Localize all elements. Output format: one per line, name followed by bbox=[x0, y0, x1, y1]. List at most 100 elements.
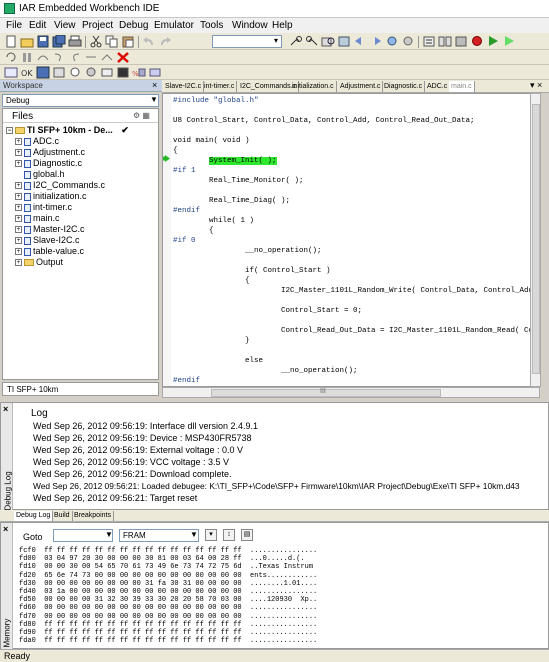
expand-icon[interactable]: + bbox=[15, 182, 22, 190]
code-editor[interactable]: #include "global.h" U8 Control_Start, Con… bbox=[162, 93, 540, 387]
tree-file[interactable]: + Slave-I2C.c bbox=[15, 235, 80, 246]
editor-horizontal-scrollbar[interactable]: III bbox=[162, 387, 540, 398]
workspace-close-icon[interactable]: × bbox=[152, 80, 157, 90]
symbolic-memory-icon[interactable]: % bbox=[132, 66, 146, 79]
run-to-cursor-icon[interactable] bbox=[100, 51, 114, 64]
menu-help[interactable]: Help bbox=[272, 20, 293, 31]
tab-slave-i2c[interactable]: Slave-I2C.c bbox=[163, 81, 205, 92]
stop-debugging-icon[interactable] bbox=[116, 51, 130, 64]
compile-icon[interactable] bbox=[422, 35, 436, 48]
break-icon[interactable] bbox=[20, 51, 34, 64]
tab-diagnostic[interactable]: Diagnostic.c bbox=[382, 81, 426, 92]
memory-row[interactable]: fd70 00 00 00 00 00 00 00 00 00 00 00 00… bbox=[19, 613, 317, 621]
live-watch-icon[interactable] bbox=[148, 66, 162, 79]
editor-close-icon[interactable]: ▾ × bbox=[530, 80, 542, 91]
tab-build[interactable]: Build bbox=[52, 511, 73, 521]
memory-row[interactable]: fd60 00 00 00 00 00 00 00 00 00 00 00 00… bbox=[19, 604, 317, 612]
editor-gutter[interactable] bbox=[163, 94, 171, 386]
scroll-thumb[interactable]: III bbox=[211, 388, 441, 397]
memory-settings-icon[interactable]: ▤ bbox=[241, 529, 253, 541]
cut-icon[interactable] bbox=[89, 35, 103, 48]
navigate-forward-icon[interactable] bbox=[401, 35, 415, 48]
tree-file[interactable]: + Diagnostic.c bbox=[15, 158, 82, 169]
tree-folder[interactable]: + Output bbox=[15, 257, 63, 268]
close-icon[interactable]: × bbox=[3, 524, 8, 534]
tab-breakpoints[interactable]: Breakpoints bbox=[72, 511, 114, 521]
menu-window[interactable]: Window bbox=[232, 20, 268, 31]
expand-icon[interactable]: + bbox=[15, 193, 22, 201]
configuration-select[interactable]: Debug ▼ bbox=[2, 94, 159, 107]
memory-options-icon[interactable]: ▾ bbox=[205, 529, 217, 541]
menu-emulator[interactable]: Emulator bbox=[154, 20, 194, 31]
save-icon[interactable] bbox=[36, 35, 50, 48]
tree-file[interactable]: global.h bbox=[24, 169, 65, 180]
ok-icon[interactable]: OK bbox=[20, 66, 34, 79]
memory-row[interactable]: fd20 65 6e 74 73 00 00 00 00 00 00 00 00… bbox=[19, 572, 317, 580]
copy-icon[interactable] bbox=[105, 35, 119, 48]
memory-row[interactable]: fcf0 ff ff ff ff ff ff ff ff ff ff ff ff… bbox=[19, 547, 317, 555]
save-all-icon[interactable] bbox=[52, 34, 66, 48]
find-next-icon[interactable] bbox=[289, 35, 303, 48]
expand-icon[interactable]: + bbox=[15, 215, 22, 223]
step-over-icon[interactable] bbox=[36, 51, 50, 64]
new-file-icon[interactable] bbox=[4, 35, 18, 48]
editor-vertical-scrollbar[interactable] bbox=[530, 93, 541, 387]
tab-main[interactable]: main.c bbox=[449, 81, 475, 92]
memory-row[interactable]: fd50 00 00 00 00 31 32 30 39 33 30 20 20… bbox=[19, 596, 317, 604]
toggle-breakpoint-icon[interactable] bbox=[470, 35, 484, 48]
tree-file[interactable]: + int-timer.c bbox=[15, 202, 72, 213]
menu-debug[interactable]: Debug bbox=[119, 20, 148, 31]
tree-file[interactable]: + initialization.c bbox=[15, 191, 87, 202]
step-into-icon[interactable] bbox=[52, 51, 66, 64]
expand-icon[interactable]: + bbox=[15, 237, 22, 245]
menu-project[interactable]: Project bbox=[82, 20, 113, 31]
memory-zone-select[interactable]: FRAM ▼ bbox=[119, 529, 199, 542]
expand-icon[interactable]: + bbox=[15, 259, 22, 267]
tab-adc[interactable]: ADC.c bbox=[425, 81, 451, 92]
chevron-down-icon[interactable]: ▼ bbox=[105, 530, 113, 539]
memory-row[interactable]: fd30 00 00 00 00 00 00 00 00 31 fa 30 31… bbox=[19, 580, 317, 588]
expand-icon[interactable]: + bbox=[15, 138, 22, 146]
disassembly-icon[interactable] bbox=[4, 66, 18, 79]
goto-input[interactable] bbox=[53, 529, 113, 542]
tree-file[interactable]: + Adjustment.c bbox=[15, 147, 85, 158]
find-prev-icon[interactable] bbox=[305, 35, 319, 48]
memory-row[interactable]: fda0 ff ff ff ff ff ff ff ff ff ff ff ff… bbox=[19, 637, 317, 645]
stop-build-icon[interactable] bbox=[454, 35, 468, 48]
memory-row[interactable]: fd40 03 1a 00 00 00 00 00 00 00 00 00 00… bbox=[19, 588, 317, 596]
toggle-bookmark-icon[interactable] bbox=[353, 35, 367, 48]
memory-row[interactable]: fd80 ff ff ff ff ff ff ff ff ff ff ff ff… bbox=[19, 621, 317, 629]
go-to-icon[interactable] bbox=[337, 35, 351, 48]
debug-without-download-icon[interactable] bbox=[502, 35, 516, 48]
tab-int-timer[interactable]: int-timer.c bbox=[202, 81, 238, 92]
workspace-tab[interactable]: TI SFP+ 10km bbox=[2, 382, 159, 396]
navigate-back-icon[interactable] bbox=[385, 35, 399, 48]
expand-icon[interactable]: + bbox=[15, 160, 22, 168]
tree-file[interactable]: + ADC.c bbox=[15, 136, 59, 147]
expand-icon[interactable]: + bbox=[15, 204, 22, 212]
find-combo[interactable]: ▾ bbox=[212, 35, 282, 48]
next-bookmark-icon[interactable] bbox=[369, 35, 383, 48]
menu-file[interactable]: File bbox=[6, 20, 22, 31]
make-icon[interactable] bbox=[438, 35, 452, 48]
tree-file[interactable]: + Master-I2C.c bbox=[15, 224, 85, 235]
tab-initialization[interactable]: initialization.c bbox=[290, 81, 337, 92]
memory-view-icon[interactable] bbox=[36, 66, 50, 79]
expand-icon[interactable]: + bbox=[15, 149, 22, 157]
expand-icon[interactable]: + bbox=[15, 248, 22, 256]
menu-view[interactable]: View bbox=[54, 20, 76, 31]
redo-icon[interactable] bbox=[158, 35, 172, 48]
menu-tools[interactable]: Tools bbox=[200, 20, 223, 31]
memory-row[interactable]: fd00 03 04 97 20 30 00 00 00 30 81 00 03… bbox=[19, 555, 305, 563]
locals-icon[interactable] bbox=[84, 66, 98, 79]
call-stack-icon[interactable] bbox=[100, 66, 114, 79]
scroll-thumb[interactable] bbox=[532, 104, 540, 374]
print-icon[interactable] bbox=[68, 35, 82, 48]
tree-file[interactable]: + table-value.c bbox=[15, 246, 84, 257]
undo-icon[interactable] bbox=[142, 35, 156, 48]
watch-icon[interactable] bbox=[68, 66, 82, 79]
download-and-debug-icon[interactable] bbox=[486, 35, 500, 48]
terminal-io-icon[interactable] bbox=[116, 66, 130, 79]
reset-icon[interactable] bbox=[4, 51, 18, 64]
menu-edit[interactable]: Edit bbox=[29, 20, 46, 31]
